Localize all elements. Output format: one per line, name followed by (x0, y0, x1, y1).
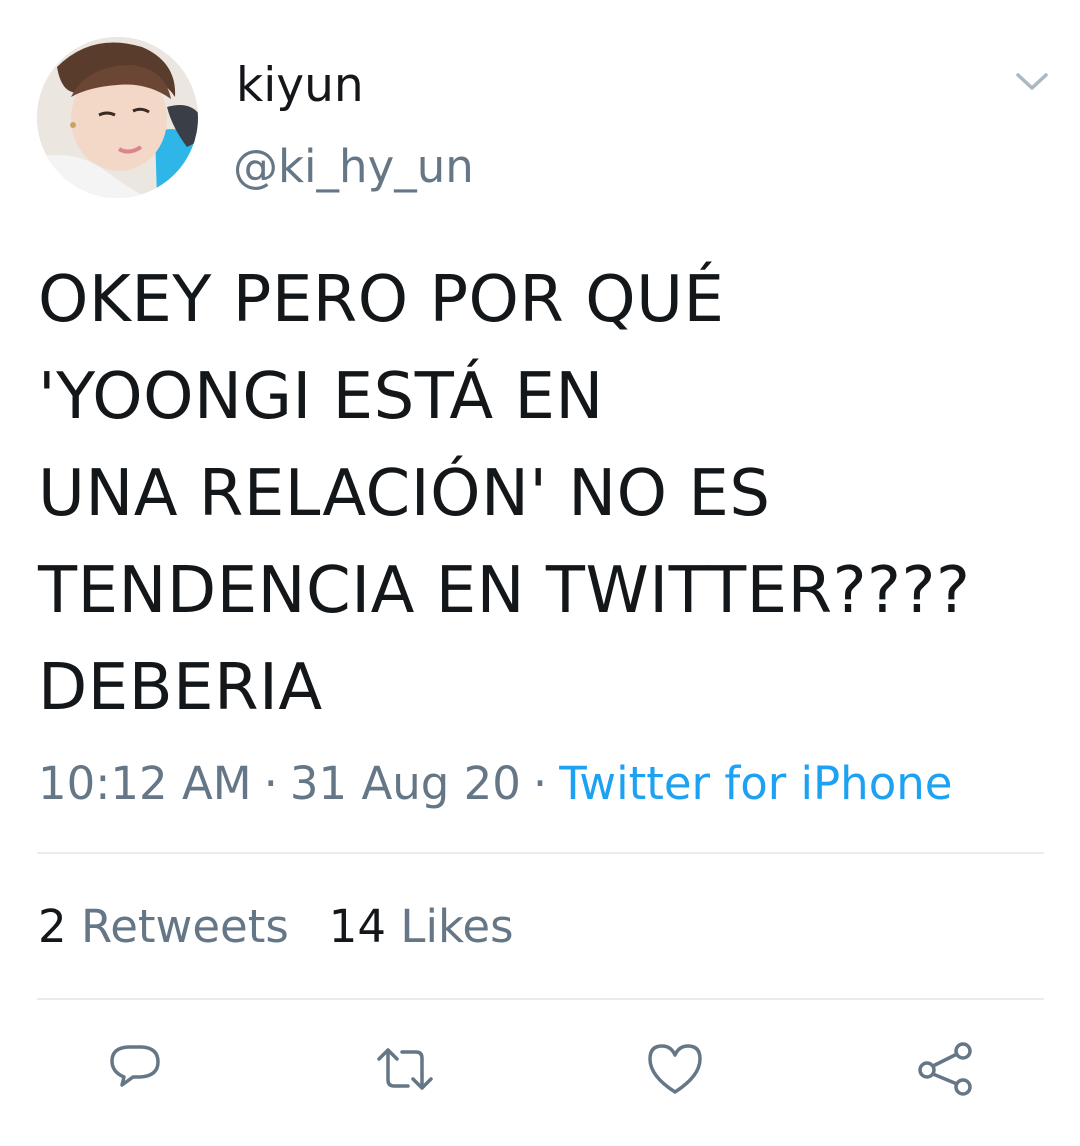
tweet-source-link[interactable]: Twitter for iPhone (559, 757, 952, 810)
divider (37, 852, 1044, 854)
tweet-meta: 10:12 AM · 31 Aug 20 · Twitter for iPhone (38, 757, 952, 810)
display-name[interactable]: kiyun (236, 58, 364, 113)
tweet-stats: 2 Retweets 14 Likes (38, 900, 514, 953)
retweets-label: Retweets (80, 900, 289, 953)
avatar[interactable] (37, 37, 198, 198)
likes-stat[interactable]: 14 Likes (329, 900, 514, 953)
retweets-stat[interactable]: 2 Retweets (38, 900, 289, 953)
tweet-text: OKEY PERO POR QUÉ 'YOONGI ESTÁ EN UNA RE… (38, 263, 971, 725)
retweet-icon[interactable] (376, 1040, 434, 1098)
chevron-down-icon[interactable] (1013, 66, 1051, 96)
divider (37, 998, 1044, 1000)
handle[interactable]: @ki_hy_un (233, 140, 474, 193)
avatar-image (37, 37, 198, 198)
meta-separator: · (532, 757, 548, 810)
reply-icon[interactable] (106, 1040, 164, 1098)
likes-label: Likes (400, 900, 514, 953)
tweet-date[interactable]: 31 Aug 20 (290, 757, 521, 810)
share-icon[interactable] (916, 1040, 974, 1098)
meta-separator: · (263, 757, 278, 810)
retweets-count: 2 (38, 900, 67, 953)
likes-count: 14 (328, 900, 387, 953)
tweet-time: 10:12 AM (38, 757, 252, 810)
like-icon[interactable] (646, 1040, 704, 1098)
